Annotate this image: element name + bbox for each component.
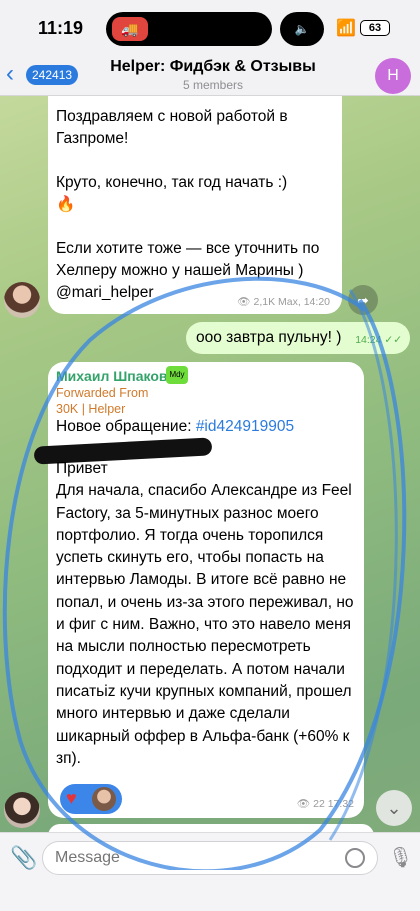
message-composer: 📎 🎙: [0, 832, 420, 911]
forwarded-label: Forwarded From: [56, 386, 149, 400]
sticker-icon[interactable]: [345, 848, 365, 868]
message-meta: 👁 22 17:32: [296, 798, 354, 810]
back-unread-badge[interactable]: 242413: [26, 65, 79, 85]
hashtag-link[interactable]: #id424919905: [196, 418, 294, 435]
sender-badge: Mdy: [166, 366, 188, 384]
subject-prefix: Новое обращение:: [56, 418, 196, 435]
message-time: 14:24 ✓✓: [355, 334, 402, 346]
outgoing-message[interactable]: ооо завтра пульну! ) 14:24 ✓✓: [186, 322, 410, 354]
battery-indicator: 63: [360, 20, 390, 36]
sender-name[interactable]: Михаил Шпаков: [56, 368, 168, 384]
chat-members-count: 5 members: [182, 78, 244, 92]
paperclip-icon[interactable]: 📎: [10, 845, 37, 871]
chat-title[interactable]: Helper: Фидбэк & Отзывы: [88, 58, 338, 76]
forwarded-message[interactable]: Михаил Шпаков Mdy Forwarded From 30K | H…: [33, 362, 364, 818]
reaction-chip[interactable]: ♥: [60, 784, 122, 814]
chevron-down-icon[interactable]: ⌄: [376, 790, 412, 826]
message-bubble[interactable]: Поздравляем с новой работой в Газпроме! …: [48, 96, 342, 314]
status-bar: 11:19 🚚 🔈 📶 63: [0, 0, 420, 56]
heart-icon: ♥: [66, 788, 77, 808]
chevron-left-icon[interactable]: ‹: [6, 62, 14, 86]
forward-source[interactable]: 30K | Helper: [56, 402, 125, 416]
message-text: Поздравляем с новой работой в Газпроме! …: [56, 108, 320, 301]
chat-header: ‹ 242413 Helper: Фидбэк & Отзывы 5 membe…: [0, 56, 420, 96]
message-field[interactable]: [42, 841, 378, 875]
wifi-icon: 📶: [336, 20, 356, 37]
message-text: Привет Для начала, спасибо Александре из…: [56, 460, 354, 767]
group-avatar[interactable]: H: [375, 58, 411, 94]
mute-icon: 🔈: [280, 12, 324, 46]
message-subject: Новое обращение: #id424919905: [56, 418, 294, 436]
share-icon[interactable]: ➦: [348, 285, 378, 315]
reactor-avatar: [92, 787, 116, 811]
microphone-icon[interactable]: 🎙: [388, 845, 413, 870]
sender-avatar[interactable]: [4, 282, 40, 318]
message-input[interactable]: [55, 842, 335, 874]
sender-avatar[interactable]: [4, 792, 40, 828]
dynamic-island: 🚚: [106, 12, 272, 46]
clock: 11:19: [38, 18, 84, 38]
message-text: ооо завтра пульну! ): [196, 329, 342, 346]
delivery-truck-icon: 🚚: [112, 17, 148, 41]
message-meta: 👁 2,1K Max, 14:20: [237, 296, 330, 308]
